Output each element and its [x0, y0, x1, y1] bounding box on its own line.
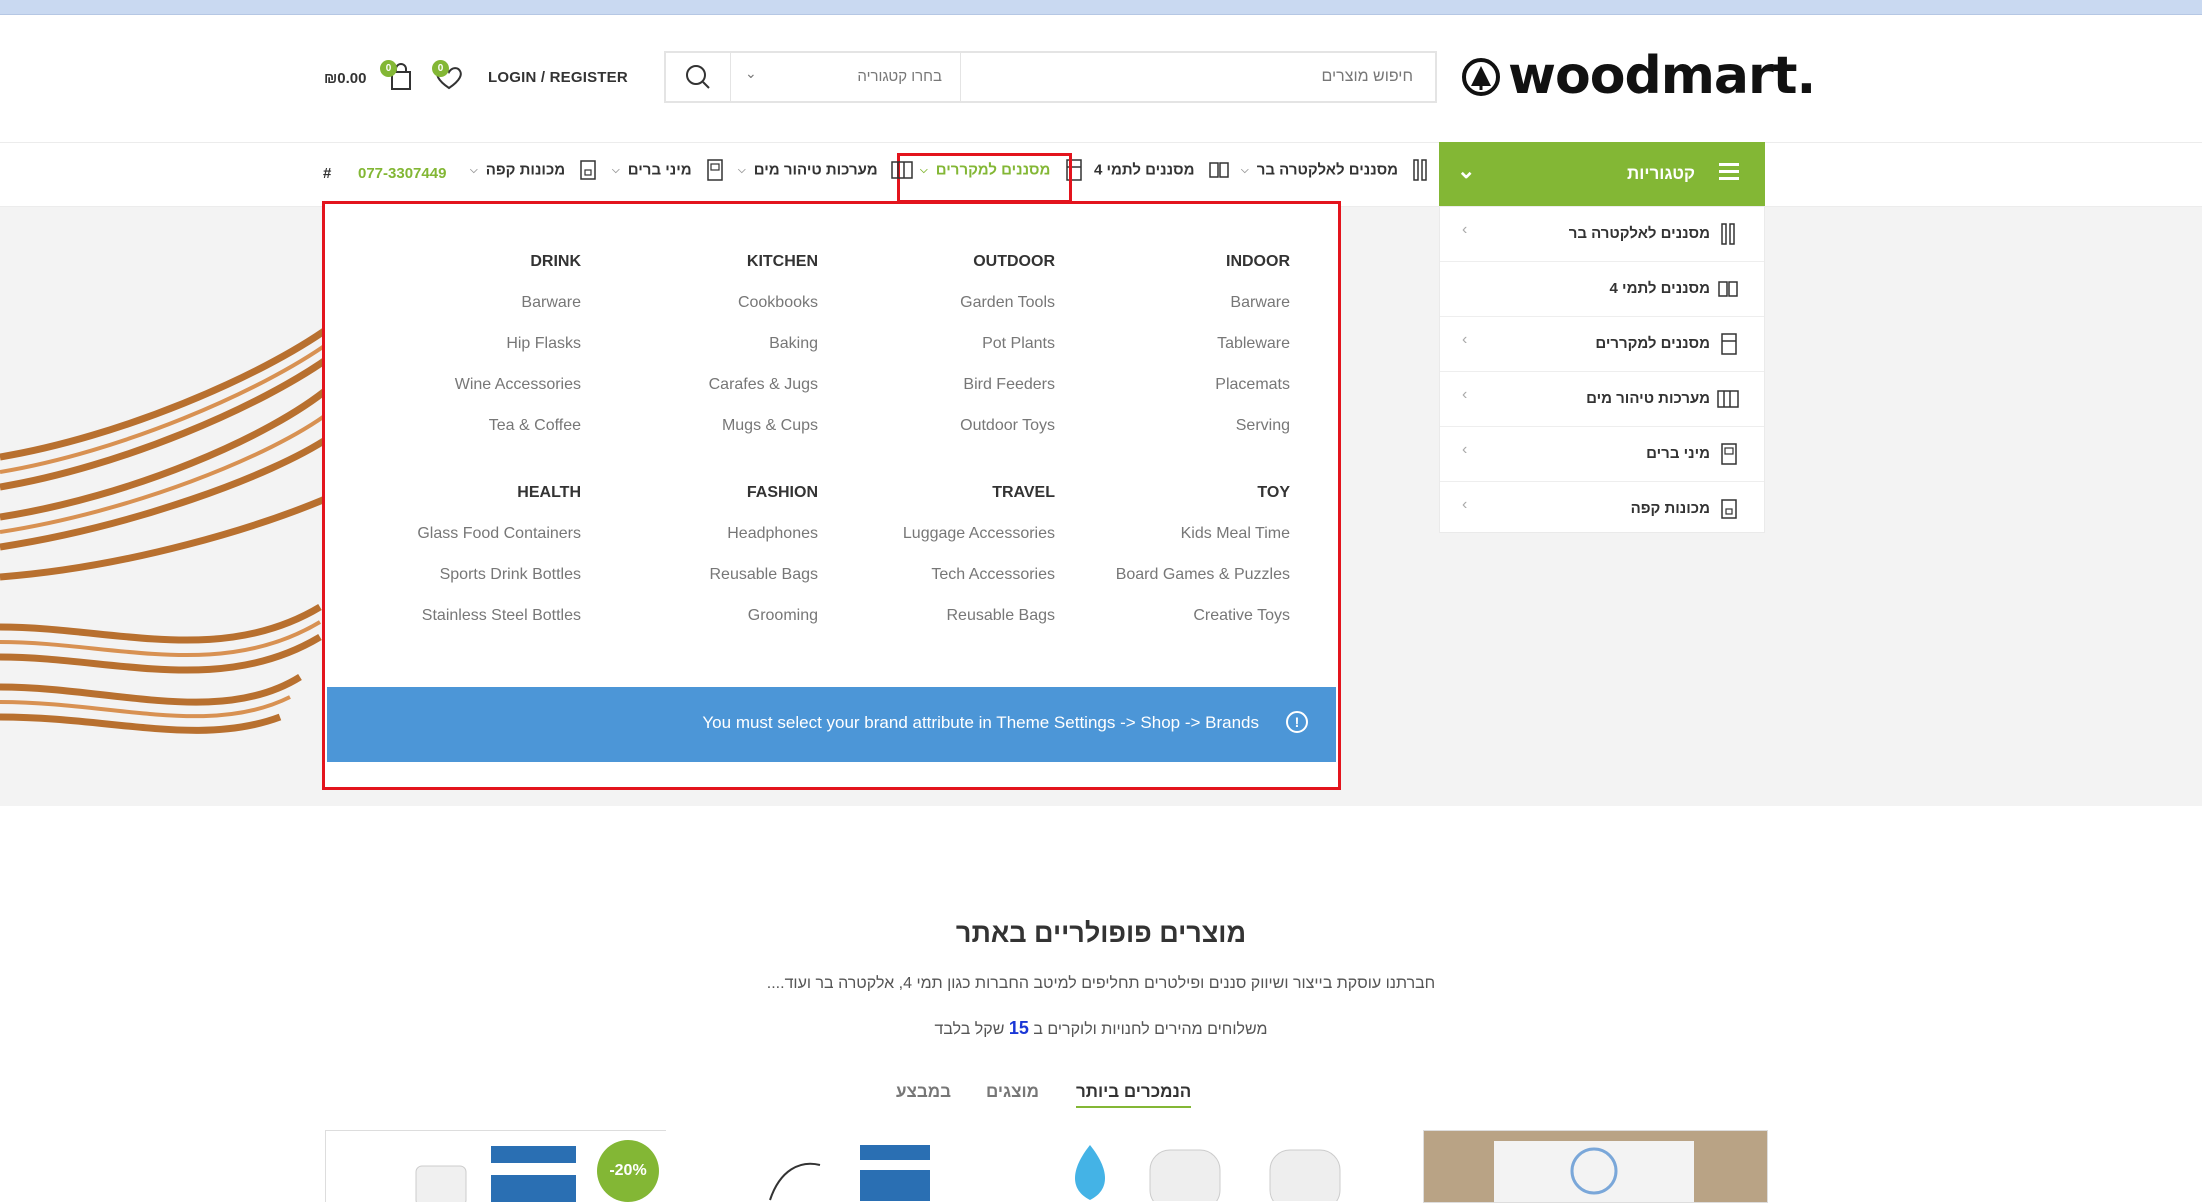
chevron-left-icon: ‹ [1462, 441, 1468, 458]
cart-total[interactable]: ₪0.00 [324, 70, 366, 87]
cart-count-badge: 0 [380, 60, 397, 77]
chevron-down-icon: ⌵ [470, 164, 478, 176]
phone-number[interactable]: 077-3307449 [358, 165, 446, 182]
nav-top-divider [0, 142, 2202, 143]
filter-icon [1208, 162, 1229, 178]
search-icon [686, 65, 710, 89]
sidebar-item-label: מסננים למקררים [1595, 335, 1710, 352]
purifier-icon [891, 161, 913, 179]
tab-featured[interactable]: מוצגים [986, 1082, 1039, 1102]
chevron-left-icon: ‹ [1462, 331, 1468, 348]
nav-item-label: מכונות קפה [485, 161, 566, 179]
browser-top-strip [0, 0, 2202, 15]
logo-tree-icon [1462, 58, 1500, 96]
fridge-icon [1721, 333, 1737, 355]
sidebar-item-label: מכונות קפה [1630, 500, 1710, 517]
active-nav-highlight [897, 153, 1072, 203]
search-button[interactable] [666, 53, 730, 101]
search-input[interactable] [957, 53, 1435, 101]
wishlist-button[interactable]: 0 [432, 60, 466, 92]
tab-best-sellers[interactable]: הנמכרים ביותר [1076, 1082, 1192, 1108]
mega-menu-highlight [322, 201, 1341, 790]
chevron-left-icon: ‹ [1462, 221, 1468, 238]
search-category-label: בחרו קטגוריה [857, 68, 942, 85]
hash-link[interactable]: # [323, 165, 331, 182]
categories-dropdown-list: ‹ מסננים לאלקטרה בר מסננים לתמי 4 ‹ מסננ… [1439, 207, 1765, 533]
filter-icon [1718, 281, 1738, 297]
coffee-machine-icon [1721, 499, 1737, 519]
section-title: מוצרים פופולריים באתר [955, 918, 1247, 948]
categories-label: קטגוריות [1627, 164, 1695, 183]
filter-box-image [769, 1145, 930, 1201]
shipping-suffix: שקל בלבד [934, 1021, 1005, 1038]
mini-bar-icon [1721, 443, 1737, 465]
section-subtitle: חברתנו עוסקת בייצור ושיווק סננים ופילטרי… [766, 975, 1436, 992]
sale-badge: -20% [597, 1140, 659, 1202]
chevron-left-icon: ‹ [1462, 496, 1468, 513]
sidebar-item-electra-filters[interactable]: ‹ מסננים לאלקטרה בר [1440, 207, 1764, 262]
cart-button[interactable]: 0 [380, 60, 416, 92]
filter-cartridges-image [1075, 1145, 1341, 1201]
nav-item-electra-filters[interactable]: ⌵ מסננים לאלקטרה בר [1241, 158, 1432, 190]
sidebar-item-tami4-filters[interactable]: מסננים לתמי 4 [1440, 262, 1764, 317]
nav-item-label: מסננים לתמי 4 [1094, 161, 1195, 179]
categories-toggle[interactable]: ⌄ קטגוריות [1439, 142, 1765, 206]
sidebar-item-label: מערכות טיהור מים [1586, 390, 1710, 407]
logo-text: woodmart. [1508, 46, 1816, 106]
product-card-image[interactable] [1040, 1130, 1400, 1201]
chevron-down-icon: ⌄ [745, 65, 757, 81]
wooden-sculpture-image [0, 324, 333, 734]
chevron-down-icon: ⌵ [612, 164, 620, 176]
chevron-down-icon: ⌄ [1457, 158, 1476, 183]
mini-bar-icon [707, 159, 723, 181]
sidebar-item-label: מסננים לאלקטרה בר [1568, 225, 1710, 242]
nav-item-label: מיני ברים [627, 161, 692, 179]
sidebar-item-coffee-machines[interactable]: ‹ מכונות קפה [1440, 482, 1764, 536]
nav-item-tami4-filters[interactable]: מסננים לתמי 4 [1094, 158, 1231, 190]
site-logo[interactable]: woodmart. [1462, 46, 1816, 106]
sidebar-item-mini-bars[interactable]: ‹ מיני ברים [1440, 427, 1764, 482]
product-card-image[interactable] [760, 1130, 980, 1201]
shipping-note: משלוחים מהירים לחנויות ולוקרים ב 15 שקל … [0, 1018, 2202, 1039]
nav-item-coffee-machines[interactable]: ⌵ מכונות קפה [470, 158, 599, 190]
search-category-select[interactable]: בחרו קטגוריה ⌄ [730, 53, 961, 101]
sidebar-item-fridge-filters[interactable]: ‹ מסננים למקררים [1440, 317, 1764, 372]
hamburger-icon [1719, 163, 1739, 184]
product-card-image[interactable] [1423, 1130, 1768, 1203]
purifier-icon [1717, 390, 1739, 408]
tab-on-sale[interactable]: במבצע [896, 1082, 951, 1102]
filter-cartridge-icon [1413, 159, 1427, 181]
shipping-price: 15 [1008, 1018, 1029, 1038]
nav-item-label: מערכות טיהור מים [753, 161, 878, 179]
instruction-sheet-image [1424, 1131, 1767, 1202]
nav-item-mini-bars[interactable]: ⌵ מיני ברים [612, 158, 726, 190]
nav-item-label: מסננים לאלקטרה בר [1256, 161, 1399, 179]
chevron-left-icon: ‹ [1462, 386, 1468, 403]
filter-cartridge-icon [1721, 223, 1735, 245]
coffee-machine-icon [580, 160, 597, 180]
shipping-prefix: משלוחים מהירים לחנויות ולוקרים ב [1033, 1021, 1268, 1038]
search-bar: בחרו קטגוריה ⌄ [664, 51, 1437, 103]
login-register-link[interactable]: LOGIN / REGISTER [488, 69, 628, 86]
sidebar-item-label: מסננים לתמי 4 [1609, 280, 1710, 297]
sidebar-item-water-purification[interactable]: ‹ מערכות טיהור מים [1440, 372, 1764, 427]
sidebar-item-label: מיני ברים [1646, 445, 1710, 462]
nav-item-water-purification[interactable]: ⌵ מערכות טיהור מים [738, 158, 914, 190]
chevron-down-icon: ⌵ [1241, 164, 1249, 176]
wishlist-count-badge: 0 [432, 60, 449, 77]
chevron-down-icon: ⌵ [738, 164, 746, 176]
